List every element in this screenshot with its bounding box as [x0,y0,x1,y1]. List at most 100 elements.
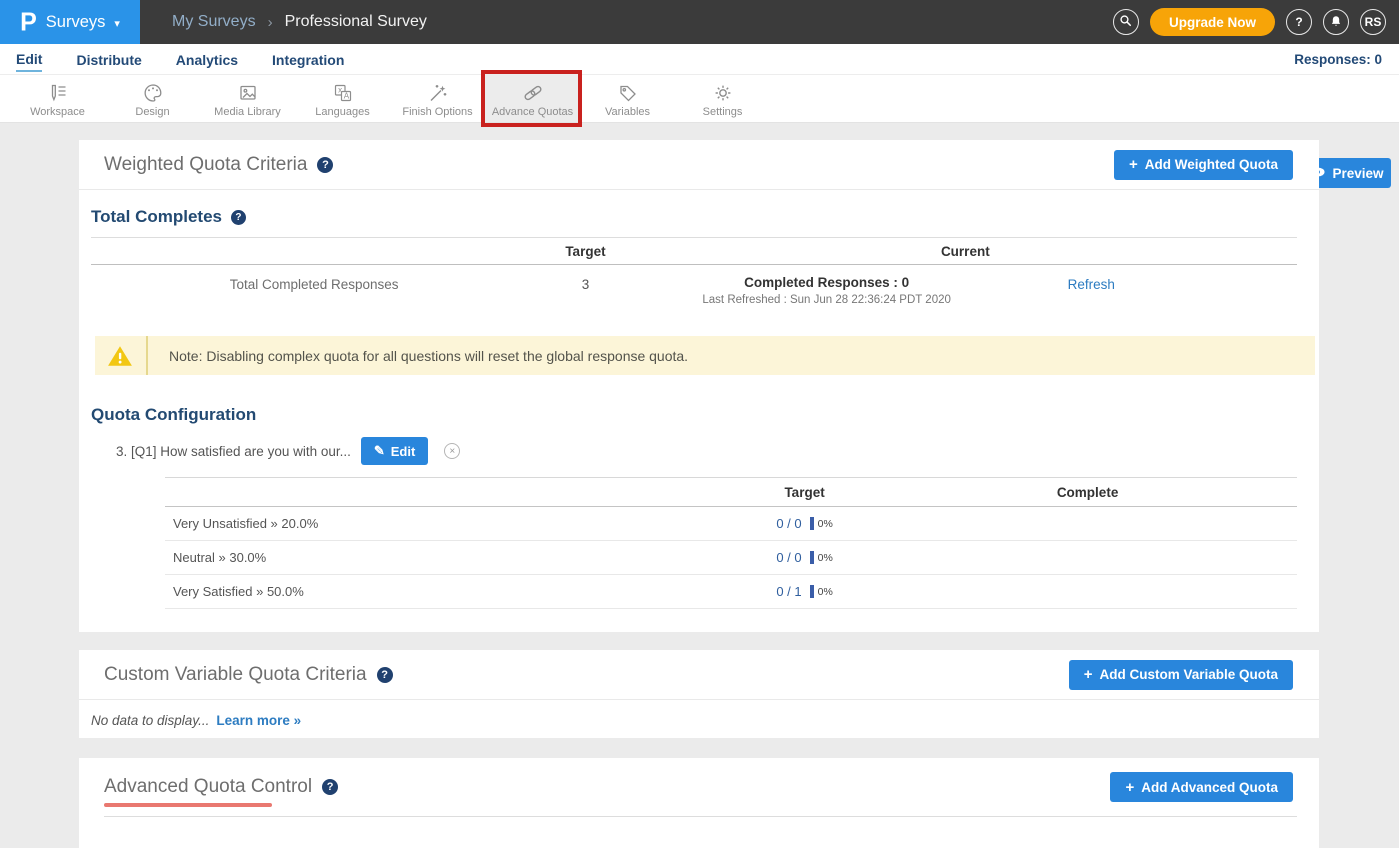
quota-percent: 0% [818,518,833,530]
toolbar-item-variables[interactable]: Variables [580,75,675,122]
table-row: Neutral » 30.0% 0 / 0 0% [165,541,1297,575]
total-completed-responses-label: Total Completed Responses [91,275,537,292]
progress-bar [810,551,814,564]
breadcrumb-my-surveys[interactable]: My Surveys [172,13,256,31]
toolbar-item-workspace[interactable]: Workspace [10,75,105,122]
current-cell: Completed Responses : 0 Last Refreshed :… [634,275,1020,306]
quota-configuration-title: Quota Configuration [91,405,1297,425]
advanced-quota-title: Advanced Quota Control ? [104,776,338,798]
toolbar-item-media-library[interactable]: Media Library [200,75,295,122]
add-weighted-quota-button[interactable]: + Add Weighted Quota [1114,150,1293,180]
completed-responses-value: Completed Responses : 0 [634,275,1020,290]
quota-target-cell: 0 / 0 0% [731,516,878,531]
workspace-icon [47,82,69,104]
toolbar-item-advance-quotas[interactable]: Advance Quotas [485,75,580,122]
breadcrumb: My Surveys › Professional Survey [172,13,427,31]
tab-integration[interactable]: Integration [272,48,344,71]
add-custom-variable-quota-button[interactable]: + Add Custom Variable Quota [1069,660,1293,690]
quota-table-header: Target Complete [165,477,1297,507]
upgrade-now-button[interactable]: Upgrade Now [1150,8,1275,36]
custom-variable-quota-card: Custom Variable Quota Criteria ? + Add C… [79,650,1319,738]
table-row: Very Unsatisfied » 20.0% 0 / 0 0% [165,507,1297,541]
tab-distribute[interactable]: Distribute [76,48,141,71]
languages-icon: xA [332,82,354,104]
note-divider [146,336,148,375]
progress-bar [810,517,814,530]
refresh-link[interactable]: Refresh [1020,275,1297,292]
plus-icon: + [1129,156,1138,173]
weighted-quota-card: Weighted Quota Criteria ? + Add Weighted… [79,140,1319,632]
quota-ratio: 0 / 0 [776,550,801,565]
pencil-icon: ✎ [374,443,385,459]
progress-bar [810,585,814,598]
weighted-quota-header: Weighted Quota Criteria ? + Add Weighted… [79,140,1319,190]
bell-icon [1329,14,1343,31]
help-icon[interactable]: ? [377,667,393,683]
help-icon[interactable]: ? [317,157,333,173]
question-row: 3. [Q1] How satisfied are you with our..… [116,437,1297,465]
plus-icon: + [1125,779,1134,796]
total-completes-table-header: Target Current [91,237,1297,265]
finish-options-icon [427,82,449,104]
learn-more-link[interactable]: Learn more » [216,713,301,728]
total-completes-table: Target Current Total Completed Responses… [91,237,1297,318]
settings-icon [712,82,734,104]
breadcrumb-current-survey: Professional Survey [285,13,427,31]
toolbar-item-finish-options[interactable]: Finish Options [390,75,485,122]
quota-option-label: Very Satisfied » 50.0% [165,584,731,599]
svg-text:A: A [343,91,349,100]
advance-quotas-icon [522,82,544,104]
quota-percent: 0% [818,552,833,564]
edit-toolbar: Workspace Design Media Library xA Langua… [0,75,1399,123]
questionpro-logo-icon: P [20,9,37,35]
survey-nav-tabs: Edit Distribute Analytics Integration Re… [0,44,1399,75]
warning-icon [107,344,133,368]
toolbar-item-languages[interactable]: xA Languages [295,75,390,122]
quota-ratio: 0 / 0 [776,516,801,531]
help-icon[interactable]: ? [322,779,338,795]
question-label: 3. [Q1] How satisfied are you with our..… [116,444,351,459]
table-row: Very Satisfied » 50.0% 0 / 1 0% [165,575,1297,609]
column-header-complete: Complete [878,485,1297,500]
user-avatar[interactable]: RS [1360,9,1386,35]
surveys-menu-label: Surveys [46,13,106,32]
search-button[interactable] [1113,9,1139,35]
top-bar: P Surveys ▾ My Surveys › Professional Su… [0,0,1399,44]
topbar-actions: Upgrade Now ? RS [1113,8,1399,36]
help-button[interactable]: ? [1286,9,1312,35]
custom-variable-quota-header: Custom Variable Quota Criteria ? + Add C… [79,650,1319,700]
divider [104,816,1297,817]
empty-state-row: No data to display... Learn more » [79,700,1319,728]
total-completes-section: Total Completes ? Target Current Total C… [79,207,1319,318]
quota-option-label: Neutral » 30.0% [165,550,731,565]
search-icon [1118,13,1133,31]
note-banner: Note: Disabling complex quota for all qu… [95,336,1315,375]
toolbar-item-design[interactable]: Design [105,75,200,122]
quota-option-label: Very Unsatisfied » 20.0% [165,516,731,531]
tab-analytics[interactable]: Analytics [176,48,238,71]
notifications-button[interactable] [1323,9,1349,35]
advanced-quota-header: Advanced Quota Control ? + Add Advanced … [79,758,1319,816]
edit-question-button[interactable]: ✎ Edit [361,437,428,465]
quota-target-cell: 0 / 0 0% [731,550,878,565]
note-text: Note: Disabling complex quota for all qu… [169,348,688,364]
plus-icon: + [1084,666,1093,683]
design-icon [142,82,164,104]
media-library-icon [237,82,259,104]
chevron-down-icon: ▾ [114,17,120,30]
table-row: Total Completed Responses 3 Completed Re… [91,265,1297,318]
tab-edit[interactable]: Edit [16,47,42,72]
surveys-menu[interactable]: P Surveys ▾ [0,0,140,44]
advanced-quota-card: Advanced Quota Control ? + Add Advanced … [79,758,1319,848]
toolbar-item-settings[interactable]: Settings [675,75,770,122]
red-annotation-underline [104,803,272,807]
help-icon[interactable]: ? [231,210,246,225]
quota-configuration-section: Quota Configuration 3. [Q1] How satisfie… [79,405,1319,609]
column-header-target: Target [731,485,878,500]
add-advanced-quota-button[interactable]: + Add Advanced Quota [1110,772,1293,802]
remove-question-icon[interactable]: × [444,443,460,459]
quota-target-cell: 0 / 1 0% [731,584,878,599]
variables-icon [617,82,639,104]
last-refreshed-timestamp: Last Refreshed : Sun Jun 28 22:36:24 PDT… [634,294,1020,306]
total-completes-title: Total Completes ? [91,207,1297,227]
